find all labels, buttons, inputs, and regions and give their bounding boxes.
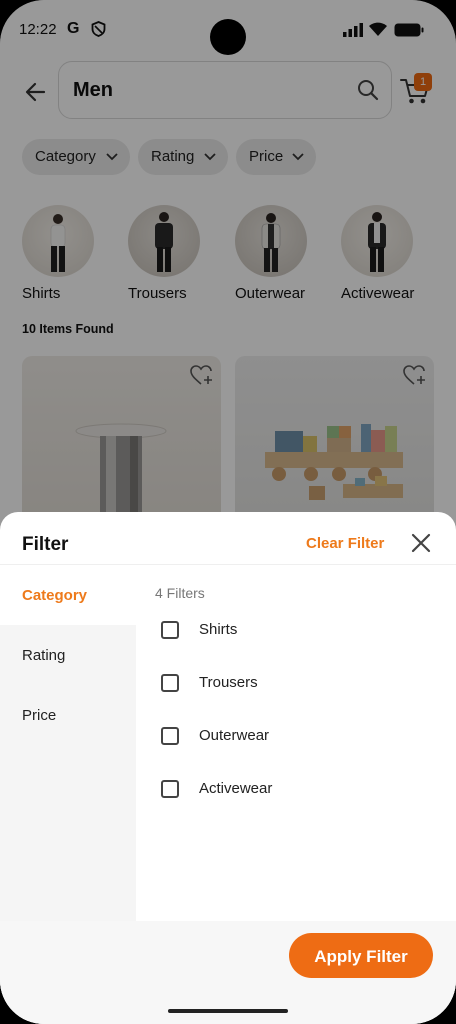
close-icon[interactable] — [410, 532, 432, 554]
filter-option-shirts[interactable]: Shirts — [161, 620, 361, 644]
tab-category[interactable]: Category — [22, 587, 87, 604]
filters-count: 4 Filters — [155, 585, 205, 601]
filter-option-activewear[interactable]: Activewear — [161, 779, 361, 803]
app-screen: 12:22 G Men 1 Category Rating Price Shir… — [0, 0, 456, 1024]
apply-filter-button[interactable]: Apply Filter — [289, 933, 433, 978]
option-label: Shirts — [199, 621, 238, 638]
filter-option-outerwear[interactable]: Outerwear — [161, 726, 361, 750]
filter-sheet: Filter Clear Filter Category Rating Pric… — [0, 512, 456, 1024]
option-label: Activewear — [199, 780, 273, 797]
checkbox[interactable] — [161, 674, 179, 692]
sheet-title: Filter — [22, 534, 69, 555]
divider — [0, 564, 456, 565]
checkbox[interactable] — [161, 780, 179, 798]
option-label: Trousers — [199, 674, 258, 691]
filter-side-nav — [0, 625, 136, 921]
tab-price[interactable]: Price — [22, 707, 56, 724]
clear-filter-button[interactable]: Clear Filter — [306, 535, 384, 552]
tab-rating[interactable]: Rating — [22, 647, 65, 664]
home-indicator — [168, 1009, 288, 1013]
checkbox[interactable] — [161, 727, 179, 745]
checkbox[interactable] — [161, 621, 179, 639]
option-label: Outerwear — [199, 727, 270, 744]
filter-option-trousers[interactable]: Trousers — [161, 673, 361, 697]
